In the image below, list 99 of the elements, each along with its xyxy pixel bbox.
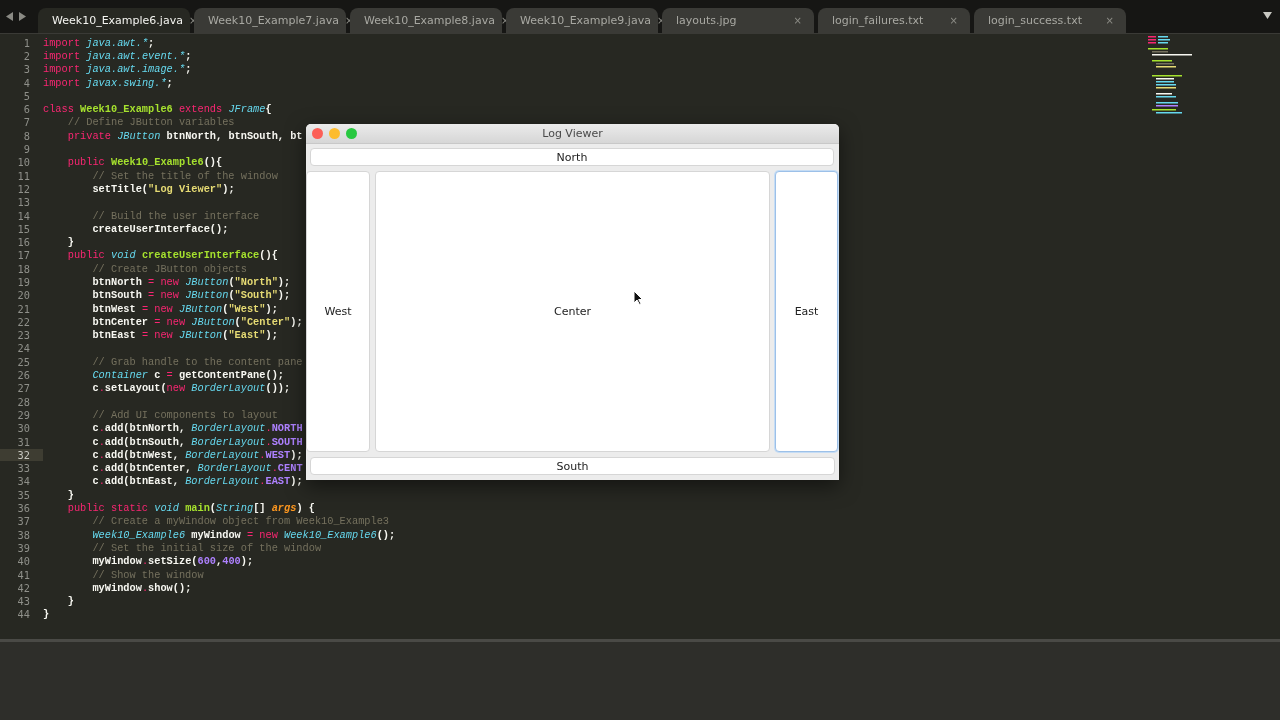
swing-button[interactable]: South <box>310 457 835 475</box>
code-line: myWindow.show(); <box>91 581 192 594</box>
line-number: 29 <box>16 408 31 421</box>
line-number: 14 <box>16 209 31 222</box>
close-icon[interactable]: × <box>949 15 958 26</box>
code-line: // Set the title of the window <box>91 169 278 182</box>
line-number: 16 <box>16 236 31 249</box>
dropdown-arrow-icon[interactable] <box>1263 12 1272 19</box>
swing-button[interactable]: West <box>306 171 370 452</box>
line-number: 32 <box>0 448 43 461</box>
close-icon[interactable]: × <box>793 15 802 26</box>
code-line: // Create a myWindow object from Week10_Example3 <box>91 515 390 528</box>
forward-arrow-icon[interactable] <box>19 12 26 21</box>
line-number: 42 <box>16 581 31 594</box>
code-line: } <box>66 595 74 608</box>
code-line: c.add(btnNorth, BorderLayout.NORTH <box>91 422 303 435</box>
line-number: 4 <box>22 76 31 89</box>
code-line: import javax.swing.*; <box>43 76 173 89</box>
code-line: } <box>43 608 50 621</box>
line-number: 24 <box>16 342 31 355</box>
line-number: 36 <box>16 502 31 515</box>
line-number: 6 <box>22 103 31 116</box>
line-number: 19 <box>16 276 31 288</box>
code-line: btnWest = new JButton("West"); <box>91 302 278 315</box>
swing-button[interactable]: East <box>775 171 838 452</box>
file-tab[interactable]: login_failures.txt × <box>818 8 970 33</box>
line-number: 21 <box>16 302 31 315</box>
code-line: btnCenter = new JButton("Center"); <box>91 315 303 328</box>
code-line: public void createUserInterface(){ <box>66 249 278 262</box>
line-number: 35 <box>16 488 31 501</box>
line-number: 1 <box>22 36 31 49</box>
line-number: 25 <box>16 355 31 368</box>
line-number: 8 <box>22 129 31 142</box>
code-line: btnEast = new JButton("East"); <box>91 329 278 342</box>
line-number: 30 <box>16 422 31 435</box>
line-number: 38 <box>16 528 31 541</box>
code-line: // Build the user interface <box>91 209 260 222</box>
window-title: Log Viewer <box>541 127 604 140</box>
code-line: private JButton btnNorth, btnSouth, bt <box>66 129 303 142</box>
line-number: 39 <box>16 541 31 554</box>
line-number: 26 <box>16 369 31 382</box>
line-number: 27 <box>16 382 31 395</box>
code-line: import java.awt.image.*; <box>43 63 192 76</box>
line-number: 33 <box>16 462 31 475</box>
code-line: // Grab handle to the content pane <box>91 355 303 368</box>
swing-button[interactable]: North <box>310 148 834 166</box>
mouse-pointer-icon <box>633 290 643 305</box>
code-line: createUserInterface(); <box>91 222 229 235</box>
line-number: 34 <box>16 475 31 488</box>
line-number: 37 <box>16 515 31 528</box>
code-line: import java.awt.*; <box>43 36 155 49</box>
line-number: 44 <box>16 608 31 621</box>
line-number: 3 <box>22 63 31 76</box>
code-line: // Set the initial size of the window <box>91 541 322 554</box>
line-number: 9 <box>22 143 31 155</box>
file-tab[interactable]: layouts.jpg × <box>662 8 814 33</box>
code-line: Week10_Example6 myWindow = new Week10_Example6(); <box>91 528 396 541</box>
code-line: // Show the window <box>91 568 204 581</box>
code-line: import java.awt.event.*; <box>43 49 192 62</box>
line-number: 23 <box>16 329 31 342</box>
swing-button[interactable]: Center <box>375 171 770 452</box>
code-line: setTitle("Log Viewer"); <box>91 182 235 195</box>
line-number: 15 <box>16 222 31 235</box>
line-number: 13 <box>16 196 31 209</box>
code-line: // Create JButton objects <box>91 262 247 275</box>
code-line: // Define JButton variables <box>66 116 235 129</box>
line-number: 5 <box>22 89 31 102</box>
code-line: btnSouth = new JButton("South"); <box>91 289 291 302</box>
code-line: myWindow.setSize(600,400); <box>91 555 254 568</box>
line-number: 41 <box>16 568 31 581</box>
code-line: c.add(btnWest, BorderLayout.WEST); <box>91 448 303 461</box>
line-number: 12 <box>16 182 31 195</box>
code-line: c.add(btnSouth, BorderLayout.SOUTH <box>91 435 303 448</box>
code-line: c.setLayout(new BorderLayout()); <box>91 382 291 395</box>
code-line: } <box>66 236 74 249</box>
code-line: public Week10_Example6(){ <box>66 156 223 169</box>
line-number: 2 <box>22 49 31 62</box>
line-number: 31 <box>16 435 31 448</box>
close-icon[interactable]: × <box>1105 15 1114 26</box>
code-line: c.add(btnEast, BorderLayout.EAST); <box>91 475 303 488</box>
line-number: 28 <box>16 395 31 408</box>
line-number: 40 <box>16 555 31 568</box>
back-arrow-icon[interactable] <box>6 12 13 21</box>
line-number: 20 <box>16 289 31 302</box>
line-number: 10 <box>16 156 31 169</box>
code-line: c.add(btnCenter, BorderLayout.CENT <box>91 462 303 475</box>
line-number: 43 <box>16 595 31 608</box>
code-line: Container c = getContentPane(); <box>91 369 284 382</box>
code-line: } <box>66 488 74 501</box>
code-line: public static void main(String[] args) { <box>66 502 315 515</box>
line-number: 11 <box>16 169 31 182</box>
code-line: class Week10_Example6 extends JFrame{ <box>43 103 272 116</box>
file-tab[interactable]: login_success.txt × <box>974 8 1126 33</box>
code-line: // Add UI components to layout <box>91 408 278 421</box>
code-line: btnNorth = new JButton("North"); <box>91 276 291 288</box>
line-number: 7 <box>22 116 31 129</box>
line-number: 18 <box>16 262 31 275</box>
line-number: 22 <box>16 315 31 328</box>
line-number: 17 <box>16 249 31 262</box>
